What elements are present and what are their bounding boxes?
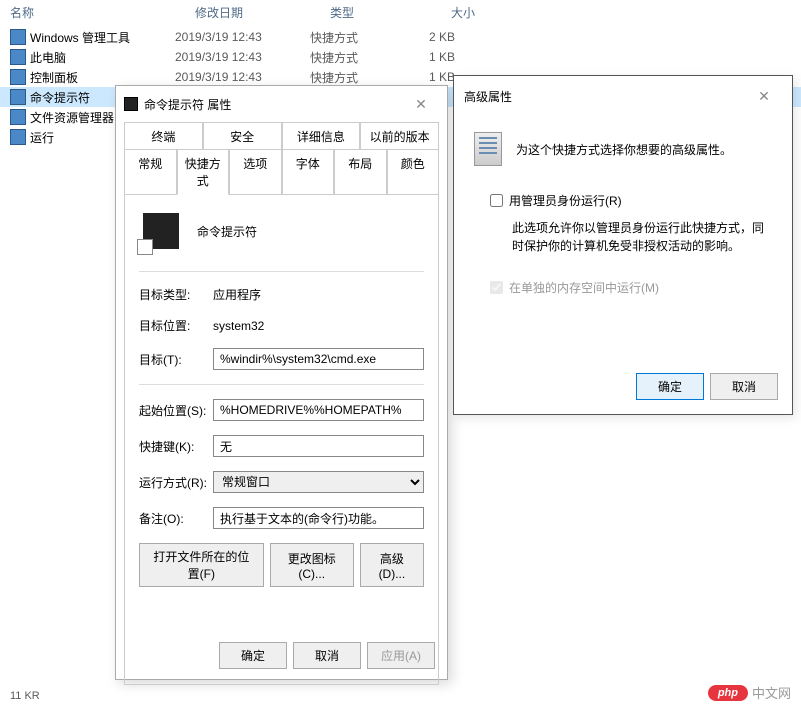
tab-options[interactable]: 选项 xyxy=(229,149,282,195)
run-icon xyxy=(10,129,26,145)
folder-icon xyxy=(10,29,26,45)
ok-button[interactable]: 确定 xyxy=(636,373,704,400)
dialog-heading: 为这个快捷方式选择你想要的高级属性。 xyxy=(516,141,732,158)
target-input[interactable] xyxy=(213,348,424,370)
tab-content: 命令提示符 目标类型: 应用程序 目标位置: system32 目标(T): 起… xyxy=(124,195,439,685)
header-name[interactable]: 名称 xyxy=(10,4,195,21)
tab-general[interactable]: 常规 xyxy=(124,149,177,195)
shortcut-key-input[interactable] xyxy=(213,435,424,457)
run-as-admin-checkbox[interactable] xyxy=(490,194,503,207)
tab-colors[interactable]: 颜色 xyxy=(387,149,440,195)
target-type-value: 应用程序 xyxy=(213,286,424,303)
tab-shortcut[interactable]: 快捷方式 xyxy=(177,149,230,195)
close-button[interactable]: ✕ xyxy=(403,92,439,116)
separator xyxy=(139,384,424,385)
file-date: 2019/3/19 12:43 xyxy=(175,70,310,84)
change-icon-button[interactable]: 更改图标(C)... xyxy=(270,543,354,587)
comment-label: 备注(O): xyxy=(139,510,213,527)
file-row[interactable]: 此电脑 2019/3/19 12:43 快捷方式 1 KB xyxy=(0,47,801,67)
advanced-button[interactable]: 高级(D)... xyxy=(360,543,424,587)
watermark-text: 中文网 xyxy=(752,683,791,702)
tab-security[interactable]: 安全 xyxy=(203,122,282,150)
startin-input[interactable] xyxy=(213,399,424,421)
cmd-icon xyxy=(124,97,138,111)
ok-button[interactable]: 确定 xyxy=(219,642,287,669)
cancel-button[interactable]: 取消 xyxy=(710,373,778,400)
file-name: 此电脑 xyxy=(30,49,66,66)
tab-font[interactable]: 字体 xyxy=(282,149,335,195)
run-as-admin-label: 用管理员身份运行(R) xyxy=(509,192,622,209)
advanced-properties-dialog: 高级属性 ✕ 为这个快捷方式选择你想要的高级属性。 用管理员身份运行(R) 此选… xyxy=(453,75,793,415)
watermark: php 中文网 xyxy=(708,683,791,702)
window-title: 高级属性 xyxy=(464,88,512,105)
file-size: 2 KB xyxy=(395,30,455,44)
window-title: 命令提示符 属性 xyxy=(144,96,231,113)
app-icon xyxy=(143,213,179,249)
cmd-icon xyxy=(10,89,26,105)
file-date: 2019/3/19 12:43 xyxy=(175,50,310,64)
shortcut-key-label: 快捷键(K): xyxy=(139,438,213,455)
comment-input[interactable] xyxy=(213,507,424,529)
properties-dialog: 命令提示符 属性 ✕ 终端 安全 详细信息 以前的版本 常规 快捷方式 选项 字… xyxy=(115,85,448,680)
explorer-icon xyxy=(10,109,26,125)
status-bar: 11 KR xyxy=(10,690,40,702)
separate-memory-label: 在单独的内存空间中运行(M) xyxy=(509,279,659,296)
file-type: 快捷方式 xyxy=(310,69,395,86)
startin-label: 起始位置(S): xyxy=(139,402,213,419)
titlebar[interactable]: 高级属性 ✕ xyxy=(454,76,792,116)
target-type-label: 目标类型: xyxy=(139,286,213,303)
tab-previous-versions[interactable]: 以前的版本 xyxy=(360,122,439,150)
target-location-label: 目标位置: xyxy=(139,317,213,334)
cancel-button[interactable]: 取消 xyxy=(293,642,361,669)
target-label: 目标(T): xyxy=(139,351,213,368)
control-panel-icon xyxy=(10,69,26,85)
column-headers: 名称 修改日期 类型 大小 xyxy=(0,0,801,27)
properties-icon xyxy=(474,132,502,166)
tab-details[interactable]: 详细信息 xyxy=(282,122,361,150)
close-button[interactable]: ✕ xyxy=(746,84,782,108)
file-row[interactable]: Windows 管理工具 2019/3/19 12:43 快捷方式 2 KB xyxy=(0,27,801,47)
separate-memory-checkbox xyxy=(490,281,503,294)
header-type[interactable]: 类型 xyxy=(330,4,415,21)
app-name: 命令提示符 xyxy=(197,223,257,240)
file-name: 文件资源管理器 xyxy=(30,109,114,126)
file-size: 1 KB xyxy=(395,70,455,84)
pc-icon xyxy=(10,49,26,65)
file-name: 运行 xyxy=(30,129,54,146)
tab-terminal[interactable]: 终端 xyxy=(124,122,203,150)
open-file-location-button[interactable]: 打开文件所在的位置(F) xyxy=(139,543,264,587)
target-location-value: system32 xyxy=(213,319,424,333)
file-name: 控制面板 xyxy=(30,69,78,86)
file-name: 命令提示符 xyxy=(30,89,90,106)
run-mode-select[interactable]: 常规窗口 xyxy=(213,471,424,493)
watermark-badge: php xyxy=(708,685,748,701)
separator xyxy=(139,271,424,272)
run-as-admin-description: 此选项允许你以管理员身份运行此快捷方式，同时保护你的计算机免受非授权活动的影响。 xyxy=(512,219,772,255)
file-type: 快捷方式 xyxy=(310,29,395,46)
header-date[interactable]: 修改日期 xyxy=(195,4,330,21)
header-size[interactable]: 大小 xyxy=(415,4,475,21)
file-date: 2019/3/19 12:43 xyxy=(175,30,310,44)
apply-button[interactable]: 应用(A) xyxy=(367,642,435,669)
file-size: 1 KB xyxy=(395,50,455,64)
file-type: 快捷方式 xyxy=(310,49,395,66)
tab-layout[interactable]: 布局 xyxy=(334,149,387,195)
run-mode-label: 运行方式(R): xyxy=(139,474,213,491)
file-name: Windows 管理工具 xyxy=(30,29,130,46)
titlebar[interactable]: 命令提示符 属性 ✕ xyxy=(116,86,447,122)
